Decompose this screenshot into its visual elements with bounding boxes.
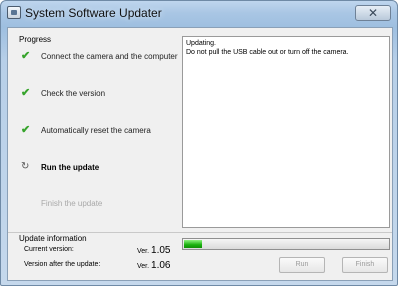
app-icon xyxy=(7,6,21,19)
after-version-row: Version after the update: Ver. 1.06 xyxy=(24,260,171,271)
current-version-label: Current version: xyxy=(24,246,74,253)
refresh-icon: ↻ xyxy=(21,161,30,172)
version-number: 1.06 xyxy=(151,260,171,271)
log-line: Updating. xyxy=(186,40,216,47)
step-label: Finish the update xyxy=(41,199,103,208)
status-log: Updating. Do not pull the USB cable out … xyxy=(182,36,390,228)
log-line: Do not pull the USB cable out or turn of… xyxy=(186,49,349,56)
step-label: Automatically reset the camera xyxy=(41,126,151,135)
updater-window: System Software Updater ✕ Progress ✔ Con… xyxy=(0,0,398,286)
version-prefix: Ver. xyxy=(137,248,150,255)
run-button[interactable]: Run xyxy=(279,257,325,273)
update-info-heading: Update information xyxy=(19,234,87,243)
update-progress-bar xyxy=(182,238,390,250)
after-version-label: Version after the update: xyxy=(24,261,101,268)
check-icon: ✔ xyxy=(21,124,31,136)
current-version-row: Current version: Ver. 1.05 xyxy=(24,245,171,256)
version-number: 1.05 xyxy=(151,245,171,256)
check-icon: ✔ xyxy=(21,50,31,62)
progress-heading: Progress xyxy=(19,35,52,44)
check-icon: ✔ xyxy=(21,87,31,99)
version-prefix: Ver. xyxy=(137,263,150,270)
current-version-value: Ver. 1.05 xyxy=(137,245,171,256)
dialog-body: Progress ✔ Connect the camera and the co… xyxy=(7,27,393,281)
window-title: System Software Updater xyxy=(25,6,162,20)
step-label: Run the update xyxy=(41,163,100,172)
close-button[interactable]: ✕ xyxy=(355,5,391,21)
progress-fill xyxy=(184,240,202,248)
after-version-value: Ver. 1.06 xyxy=(137,260,171,271)
title-bar[interactable]: System Software Updater ✕ xyxy=(1,1,397,25)
divider xyxy=(8,232,392,233)
finish-button[interactable]: Finish xyxy=(342,257,388,273)
step-label: Check the version xyxy=(41,89,106,98)
step-label: Connect the camera and the computer xyxy=(41,52,178,61)
